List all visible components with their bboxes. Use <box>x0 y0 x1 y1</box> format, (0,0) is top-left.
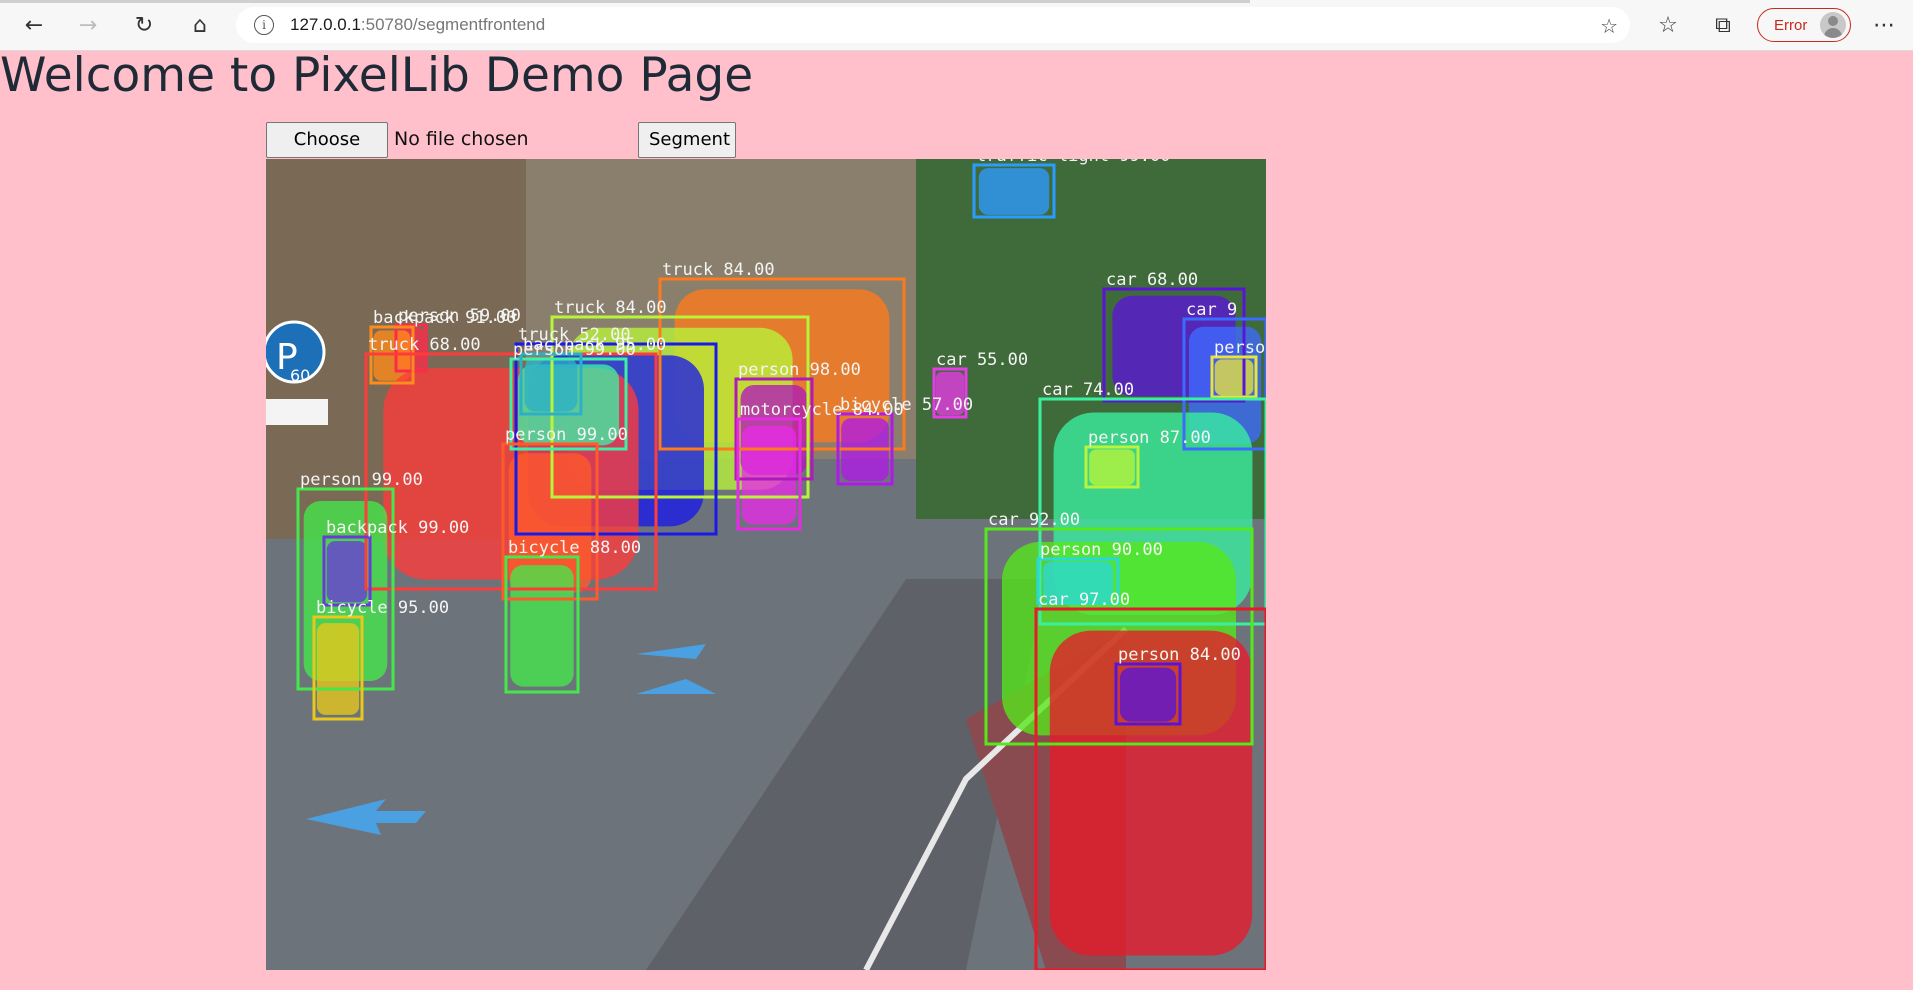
detection-label: motorcycle 84.00 <box>740 400 904 420</box>
address-bar[interactable]: i 127.0.0.1:50780/segmentfrontend ☆ <box>236 7 1630 43</box>
detection-label: car 9 <box>1186 300 1237 320</box>
detection-label: backpack 95.00 <box>523 335 666 355</box>
detection-label: person 98.00 <box>738 360 861 380</box>
detection-label: backpack 91.00 <box>373 308 516 328</box>
segmentation-mask <box>326 541 368 603</box>
home-icon[interactable]: ⌂ <box>182 8 218 42</box>
more-menu-icon[interactable]: ⋯ <box>1866 8 1902 42</box>
forward-icon[interactable]: → <box>70 8 106 42</box>
segmentation-mask <box>510 565 574 687</box>
add-favorite-icon[interactable]: ☆ <box>1600 14 1618 38</box>
detection-label: car 68.00 <box>1106 270 1198 290</box>
detection-label: truck 84.00 <box>554 298 667 318</box>
page-load-progress <box>0 0 1250 3</box>
choose-file-button[interactable]: Choose File <box>266 122 388 184</box>
detection-label: car 74.00 <box>1042 380 1134 400</box>
segmented-result-image: P 60 traffic light 99.00car 68.00car 9pe… <box>266 159 1266 970</box>
segmentation-mask <box>978 168 1050 215</box>
collections-icon[interactable]: ⧉ <box>1705 8 1741 42</box>
profile-status: Error <box>1774 16 1808 34</box>
detection-label: truck 68.00 <box>368 335 481 355</box>
segmentation-mask <box>316 623 360 715</box>
back-icon[interactable]: ← <box>16 8 52 42</box>
browser-toolbar: ← → ↻ ⌂ i 127.0.0.1:50780/segmentfronten… <box>0 0 1913 51</box>
detection-label: car 55.00 <box>936 350 1028 370</box>
refresh-icon[interactable]: ↻ <box>126 8 162 42</box>
segmentation-mask <box>1089 449 1135 486</box>
svg-text:60: 60 <box>290 366 310 385</box>
segmentation-mask <box>1119 667 1177 722</box>
segmentation-overlay: P 60 traffic light 99.00car 68.00car 9pe… <box>266 159 1266 970</box>
detection-label: car 97.00 <box>1038 590 1130 610</box>
segment-button[interactable]: Segment <box>638 122 736 158</box>
detection-label: traffic light 99.00 <box>976 159 1170 166</box>
detection-label: person 84.00 <box>1118 645 1241 665</box>
profile-error-button[interactable]: Error <box>1757 8 1851 42</box>
page-title: Welcome to PixelLib Demo Page <box>0 48 754 103</box>
detection-label: car 92.00 <box>988 510 1080 530</box>
site-info-icon[interactable]: i <box>254 15 274 35</box>
detection-label: person 87.00 <box>1088 428 1211 448</box>
favorites-icon[interactable]: ☆ <box>1650 8 1686 42</box>
segmentation-mask <box>741 425 797 525</box>
detection-label: person <box>1214 338 1266 358</box>
detection-label: bicycle 88.00 <box>508 538 641 558</box>
detection-label: bicycle 95.00 <box>316 598 449 618</box>
segmentation-mask <box>1214 359 1254 396</box>
file-status-text: No file chosen <box>394 128 529 150</box>
detection-label: backpack 99.00 <box>326 518 469 538</box>
address-url: 127.0.0.1:50780/segmentfrontend <box>290 15 546 34</box>
detection-label: person 90.00 <box>1040 540 1163 560</box>
detection-label: person 99.00 <box>300 470 423 490</box>
detection-label: truck 84.00 <box>662 260 775 280</box>
detection-label: person 99.00 <box>505 425 628 445</box>
avatar <box>1820 12 1846 38</box>
